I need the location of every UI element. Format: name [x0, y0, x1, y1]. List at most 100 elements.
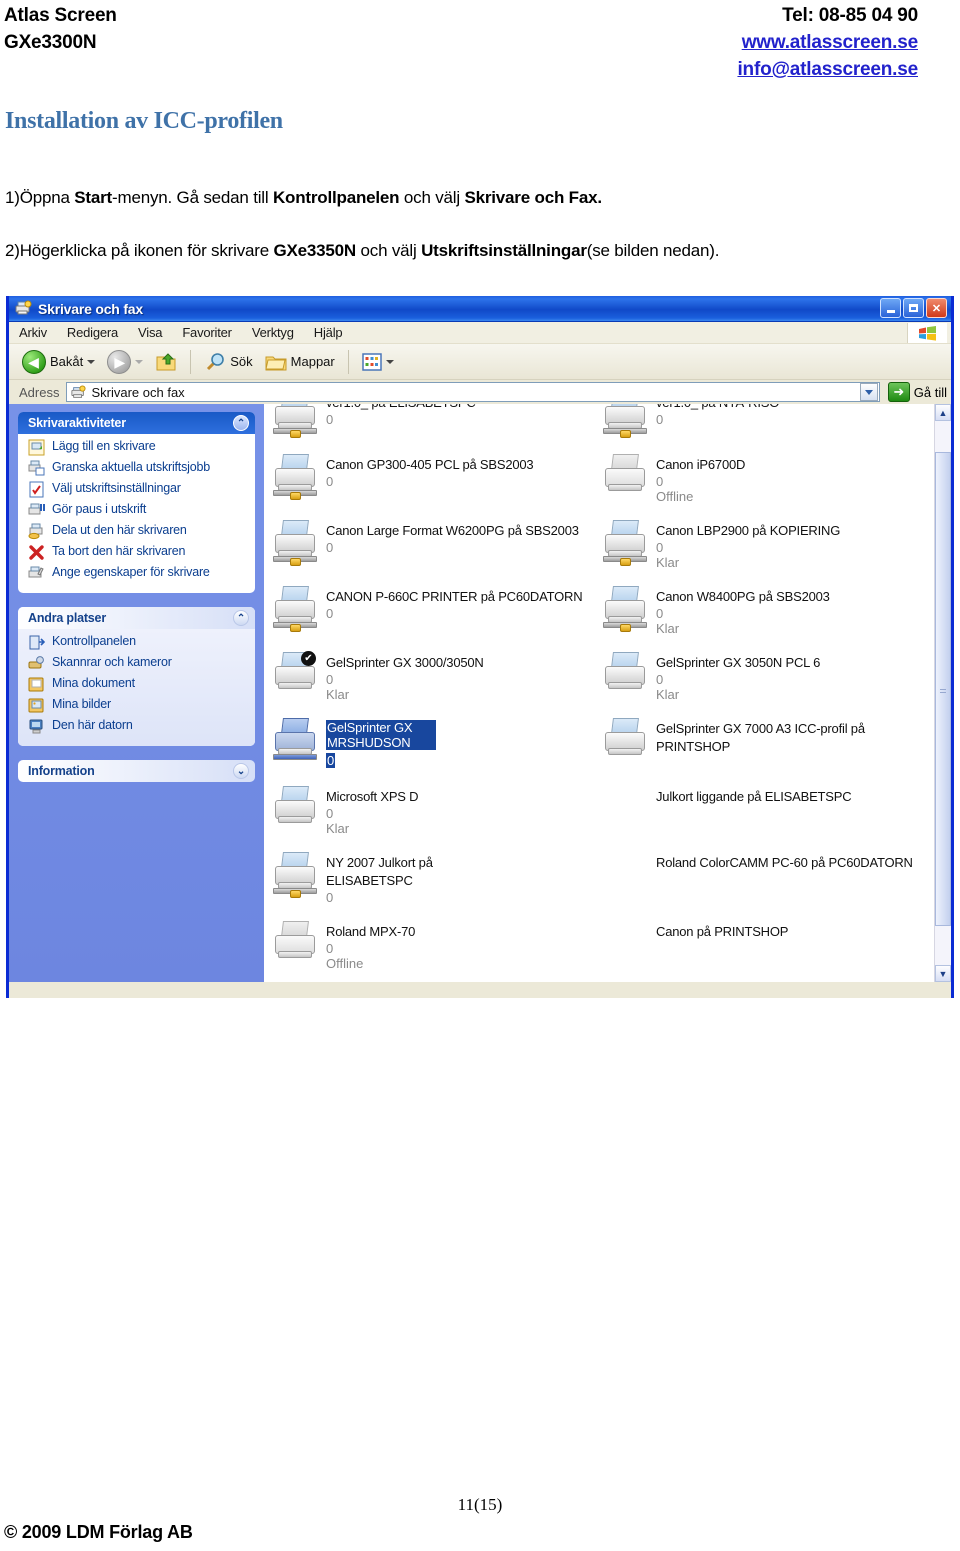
printer-name: Canon W8400PG på SBS2003 — [656, 589, 830, 604]
menu-item-verktyg[interactable]: Verktyg — [252, 325, 294, 340]
scroll-down-button[interactable]: ▼ — [935, 965, 951, 982]
printer-item-selected[interactable]: GelSprinter GX MRSHUDSON 0 — [272, 718, 602, 786]
printers-folder-icon — [15, 300, 32, 317]
printer-item[interactable]: ver1.0_ på ELISABETSPC 0 — [272, 404, 602, 454]
vertical-scrollbar[interactable]: ▲ ▼ — [934, 404, 951, 982]
close-button[interactable]: ✕ — [926, 298, 947, 318]
printer-icon — [272, 404, 318, 438]
printer-icon — [602, 454, 648, 500]
share-printer-icon — [28, 523, 45, 540]
back-dropdown-caret-icon[interactable] — [87, 359, 96, 364]
printer-item[interactable]: Canon iP6700D 0 Offline — [602, 454, 932, 520]
chevron-up-icon[interactable]: ⌃ — [233, 610, 249, 626]
panel-details-title: Information — [28, 764, 95, 778]
printer-item[interactable]: ver1.0_ på NYA-RISO 0 — [602, 404, 932, 454]
printer-row: Canon Large Format W6200PG på SBS2003 0 … — [272, 520, 932, 586]
place-scanners-cameras[interactable]: Skannrar och kameror — [28, 655, 249, 672]
place-control-panel[interactable]: Kontrollpanelen — [28, 634, 249, 651]
printer-icon — [272, 454, 318, 500]
panel-printer-tasks-header[interactable]: Skrivaraktiviteter ⌃ — [18, 412, 255, 434]
folders-button[interactable]: Mappar — [260, 349, 340, 375]
place-my-computer[interactable]: Den här datorn — [28, 718, 249, 735]
printer-name: Canon LBP2900 på KOPIERING — [656, 523, 841, 538]
scrollbar-thumb[interactable] — [935, 452, 951, 926]
printer-status: Klar — [326, 821, 350, 836]
step1-bold-start: Start — [74, 188, 113, 207]
task-add-printer[interactable]: Lägg till en skrivare — [28, 439, 249, 456]
page-number: 11(15) — [457, 1495, 503, 1514]
printer-jobs: 0 — [656, 474, 664, 489]
printer-name: GelSprinter GX 3050N PCL 6 — [656, 655, 821, 670]
printer-name: GelSprinter GX 7000 A3 ICC-profil på PRI… — [656, 721, 865, 754]
forward-button[interactable]: ▶ — [102, 348, 148, 376]
task-delete-printer-label: Ta bort den här skrivaren — [52, 544, 186, 558]
maximize-button[interactable] — [903, 298, 924, 318]
task-add-printer-label: Lägg till en skrivare — [52, 439, 156, 453]
printer-item[interactable]: Canon Large Format W6200PG på SBS2003 0 — [272, 520, 602, 586]
address-bar: Adress Skrivare och fax ➜ Gå till — [9, 380, 951, 404]
website-link[interactable]: www.atlasscreen.se — [737, 29, 919, 56]
panel-other-places-body: Kontrollpanelen Skannrar och kameror Min… — [18, 629, 255, 746]
printer-item[interactable]: Canon GP300-405 PCL på SBS2003 0 — [272, 454, 602, 520]
email-link[interactable]: info@atlasscreen.se — [737, 56, 918, 83]
address-dropdown-icon[interactable] — [859, 383, 878, 401]
printer-item[interactable]: NY 2007 Julkort på ELISABETSPC 0 — [272, 852, 602, 921]
folders-label: Mappar — [290, 354, 335, 369]
printer-item[interactable]: Canon på PRINTSHOP — [602, 921, 932, 982]
printer-item[interactable]: GelSprinter GX 3050N PCL 6 0 Klar — [602, 652, 932, 718]
printer-icon: ✔ — [272, 651, 318, 698]
task-printer-properties-label: Ange egenskaper för skrivare — [52, 565, 210, 579]
task-printing-preferences[interactable]: Välj utskriftsinställningar — [28, 481, 249, 498]
menu-item-favoriter[interactable]: Favoriter — [182, 325, 232, 340]
task-share-printer[interactable]: Dela ut den här skrivaren — [28, 523, 249, 540]
menu-item-arkiv[interactable]: Arkiv — [19, 325, 47, 340]
printer-item-default[interactable]: ✔ GelSprinter GX 3000/3050N 0 Klar — [272, 651, 602, 718]
panel-printer-tasks: Skrivaraktiviteter ⌃ Lägg till en skriva… — [18, 412, 255, 593]
printer-jobs: 0 — [326, 806, 334, 821]
minimize-button[interactable] — [880, 298, 901, 318]
printer-row: GelSprinter GX MRSHUDSON 0 GelSprinter G… — [272, 718, 932, 786]
menu-item-hjalp[interactable]: Hjälp — [314, 325, 343, 340]
instruction-step-1: 1)Öppna Start-menyn. Gå sedan till Kontr… — [5, 187, 602, 209]
printer-jobs: 0 — [326, 606, 334, 621]
search-button[interactable]: Sök — [199, 349, 257, 375]
task-pause-printing[interactable]: Gör paus i utskrift — [28, 502, 249, 519]
chevron-down-icon[interactable]: ⌄ — [233, 763, 249, 779]
printer-icon — [272, 921, 318, 967]
scroll-up-button[interactable]: ▲ — [935, 404, 951, 421]
printing-preferences-icon — [28, 481, 45, 498]
printer-item[interactable]: Canon W8400PG på SBS2003 0 Klar — [602, 586, 932, 652]
printer-jobs: 0 — [326, 672, 334, 687]
task-delete-printer[interactable]: Ta bort den här skrivaren — [28, 544, 249, 561]
printer-item[interactable]: CANON P-660C PRINTER på PC60DATORN 0 — [272, 586, 602, 652]
search-label: Sök — [230, 354, 253, 369]
printer-item[interactable]: Canon LBP2900 på KOPIERING 0 Klar — [602, 520, 932, 586]
panel-other-places-title: Andra platser — [28, 611, 106, 625]
panel-other-places-header[interactable]: Andra platser ⌃ — [18, 607, 255, 629]
toolbar-separator-2 — [347, 349, 349, 374]
place-my-documents[interactable]: Mina dokument — [28, 676, 249, 693]
views-dropdown-caret-icon[interactable] — [385, 359, 394, 364]
printer-item[interactable]: Microsoft XPS D 0 Klar — [272, 786, 602, 852]
printer-item[interactable]: GelSprinter GX 7000 A3 ICC-profil på PRI… — [602, 718, 932, 786]
menu-item-visa[interactable]: Visa — [138, 325, 162, 340]
task-printer-properties[interactable]: Ange egenskaper för skrivare — [28, 565, 249, 582]
task-view-print-jobs[interactable]: Granska aktuella utskriftsjobb — [28, 460, 249, 477]
go-button[interactable]: ➜ Gå till — [880, 382, 947, 402]
printer-icon — [602, 520, 648, 566]
place-my-pictures[interactable]: Mina bilder — [28, 697, 249, 714]
back-button[interactable]: ◀ Bakåt — [17, 348, 100, 376]
panel-details-header[interactable]: Information ⌄ — [18, 760, 255, 782]
chevron-up-icon[interactable]: ⌃ — [233, 415, 249, 431]
place-my-pictures-label: Mina bilder — [52, 697, 111, 711]
views-button[interactable] — [357, 351, 399, 373]
up-button[interactable] — [150, 349, 182, 375]
menu-item-redigera[interactable]: Redigera — [67, 325, 118, 340]
printer-properties-icon — [28, 565, 45, 582]
address-input[interactable]: Skrivare och fax — [66, 382, 880, 402]
printer-status: Klar — [656, 687, 680, 702]
printer-item[interactable]: Roland ColorCAMM PC-60 på PC60DATORN — [602, 852, 932, 921]
printer-item[interactable]: Julkort liggande på ELISABETSPC — [602, 786, 932, 852]
step1-text-a: 1)Öppna — [5, 188, 75, 207]
printer-item[interactable]: Roland MPX-70 0 Offline — [272, 921, 602, 982]
